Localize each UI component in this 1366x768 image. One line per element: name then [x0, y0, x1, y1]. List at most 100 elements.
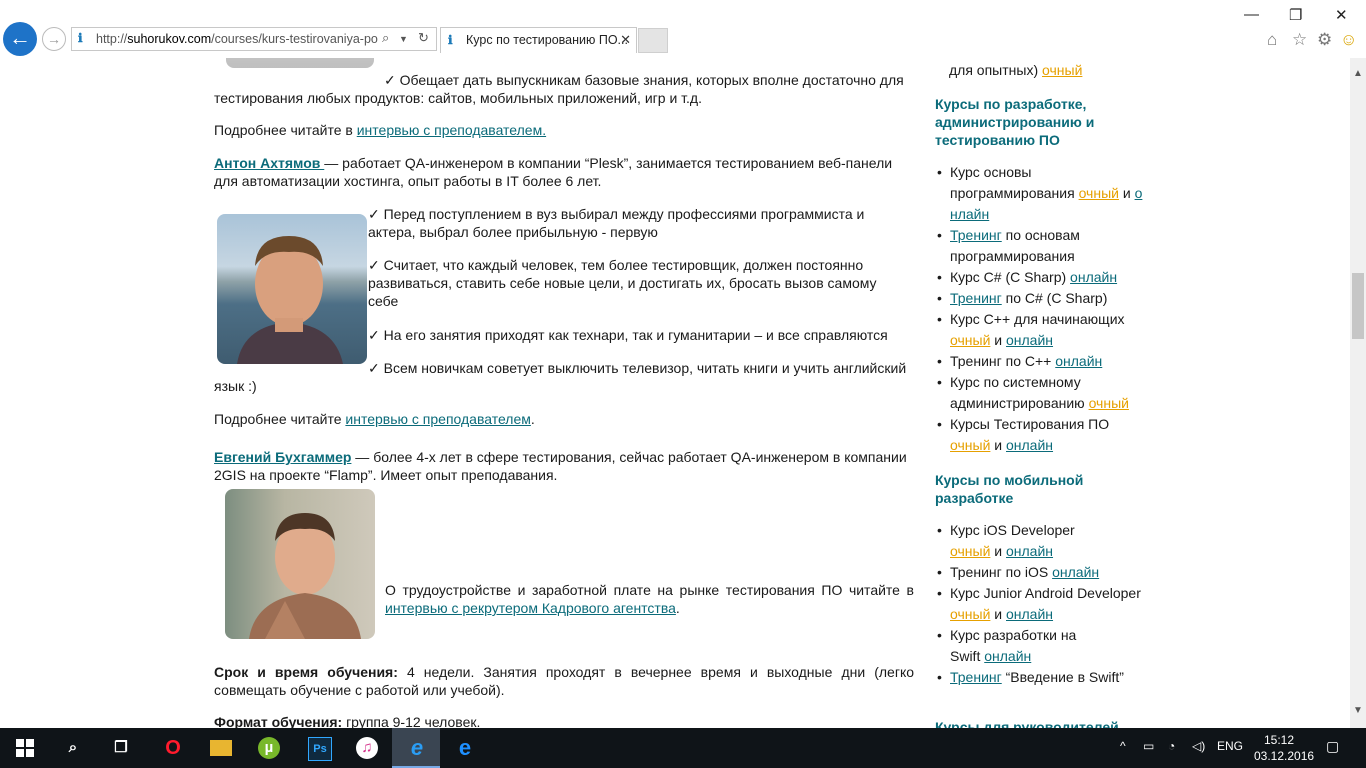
- teacher-photo-top: [226, 58, 374, 68]
- tab-favicon-icon: ℹ: [448, 33, 453, 47]
- sidebar-heading-managers: Курсы для руководителей: [935, 719, 1119, 728]
- list-item: Курс разработки на Swift онлайн: [935, 625, 1090, 667]
- tray-expand-icon[interactable]: ^: [1120, 739, 1126, 753]
- clock-time: 15:12: [1263, 733, 1295, 747]
- interview-link-2[interactable]: интервью с преподавателем: [345, 411, 530, 427]
- arrow-right-icon: →: [47, 31, 61, 47]
- scroll-down-arrow-icon[interactable]: ▼: [1353, 705, 1363, 716]
- smiley-feedback-icon[interactable]: ☺: [1340, 30, 1357, 50]
- back-button[interactable]: ←: [3, 22, 37, 56]
- arrow-left-icon: ←: [9, 25, 31, 50]
- more-info-line-2: Подробнее читайте интервью с преподавате…: [214, 411, 535, 427]
- edge-icon: e: [458, 735, 472, 760]
- restore-icon[interactable]: ❐: [1289, 6, 1302, 24]
- teacher-bullet: ✓ Обещает дать выпускникам базовые знани…: [214, 72, 904, 106]
- list-item: Курс по системному администрированию очн…: [935, 372, 1150, 414]
- taskbar-opera[interactable]: O: [148, 728, 196, 768]
- search-button[interactable]: ⌕: [48, 728, 96, 768]
- folder-icon: [210, 740, 232, 756]
- anton-bullet-3: ✓ На его занятия приходят как технари, т…: [368, 327, 888, 343]
- course-duration: Срок и время обучения: 4 недели. Занятия…: [214, 664, 915, 698]
- volume-icon[interactable]: ◁): [1192, 739, 1205, 753]
- task-view-icon: ❐: [114, 739, 128, 756]
- forward-button[interactable]: →: [42, 27, 66, 51]
- teacher-intro-anton: Антон Ахтямов — работает QA-инженером в …: [214, 155, 893, 189]
- teacher-name-link[interactable]: Антон Ахтямов: [214, 155, 324, 171]
- start-button[interactable]: [0, 728, 48, 768]
- list-item: Курс основы программирования очный и онл…: [935, 162, 1145, 225]
- windows-logo-icon: [16, 739, 34, 757]
- anton-bullet-4: ✓ Всем новичкам советует выключить телев…: [214, 360, 907, 394]
- scroll-up-arrow-icon[interactable]: ▲: [1353, 68, 1363, 79]
- list-item: Тренинг “Введение в Swift”: [935, 667, 1150, 688]
- list-item: Тренинг по основам программирования: [935, 225, 1100, 267]
- close-window-icon[interactable]: ✕: [1335, 6, 1348, 24]
- browser-tab[interactable]: ℹ Курс по тестированию ПО... ✕: [440, 27, 637, 53]
- taskbar-edge[interactable]: e: [440, 728, 488, 768]
- list-item: Курс iOS Developer очный и онлайн: [935, 520, 1100, 562]
- home-icon[interactable]: ⌂: [1267, 30, 1277, 50]
- list-item: Курсы Тестирования ПО очный и онлайн: [935, 414, 1110, 456]
- refresh-icon[interactable]: ↻: [418, 30, 429, 46]
- teacher-intro-evgeny: Евгений Бухгаммер — более 4-х лет в сфер…: [214, 449, 907, 483]
- portrait-illustration: [237, 236, 343, 364]
- portrait-illustration-2: [249, 513, 361, 639]
- page-content: ✓ Обещает дать выпускникам базовые знани…: [0, 58, 1350, 728]
- offline-course-link[interactable]: очный: [1042, 62, 1082, 78]
- taskbar-photoshop[interactable]: Ps: [294, 728, 342, 768]
- itunes-icon: ♫: [356, 737, 378, 759]
- minimize-icon[interactable]: —: [1244, 6, 1259, 23]
- chevron-down-icon[interactable]: ▼: [399, 34, 408, 44]
- new-tab-button[interactable]: [638, 28, 668, 53]
- list-item: Тренинг по C# (C Sharp): [935, 288, 1150, 309]
- sidebar-list-dev: Курс основы программирования очный и онл…: [935, 162, 1150, 456]
- taskbar-explorer[interactable]: [196, 728, 244, 768]
- battery-icon[interactable]: ▭: [1143, 739, 1154, 753]
- teacher-photo-evgeny: [225, 489, 375, 639]
- list-item: Курс Junior Android Developer очный и он…: [935, 583, 1150, 625]
- browser-toolbar: ← → ℹ http://suhorukov.com/courses/kurs-…: [0, 0, 1366, 58]
- clock-date: 03.12.2016: [1254, 749, 1315, 763]
- settings-gear-icon[interactable]: ⚙: [1317, 30, 1332, 50]
- site-favicon-icon: ℹ: [78, 31, 83, 45]
- tab-title: Курс по тестированию ПО...: [466, 33, 628, 47]
- list-item: Тренинг по C++ онлайн: [935, 351, 1150, 372]
- favorites-star-icon[interactable]: ☆: [1292, 30, 1307, 50]
- anton-bullet-2: ✓ Считает, что каждый человек, тем более…: [368, 257, 877, 309]
- photoshop-icon: Ps: [308, 737, 332, 761]
- vertical-scrollbar[interactable]: ▲ ▼: [1350, 58, 1366, 728]
- list-item: Тренинг по iOS онлайн: [935, 562, 1150, 583]
- sidebar-heading-mobile: Курсы по мобильной разработке: [935, 472, 1084, 506]
- sidebar-heading-dev: Курсы по разработке, администрированию и…: [935, 96, 1095, 148]
- sidebar-list-mobile: Курс iOS Developer очный и онлайн Тренин…: [935, 520, 1150, 688]
- search-icon: ⌕: [68, 739, 78, 756]
- language-indicator[interactable]: ENG: [1217, 739, 1243, 753]
- list-item: Курс C++ для начинающих очный и онлайн: [935, 309, 1150, 351]
- task-view-button[interactable]: ❐: [96, 728, 144, 768]
- more-info-line: Подробнее читайте в интервью с преподава…: [214, 122, 547, 138]
- url-text: http://suhorukov.com/courses/kurs-testir…: [96, 32, 378, 46]
- address-bar[interactable]: ℹ http://suhorukov.com/courses/kurs-test…: [71, 27, 437, 51]
- list-item: Курс C# (C Sharp) онлайн: [935, 267, 1150, 288]
- windows-taskbar: ⌕ ❐ O µ Ps ♫ e e ^ ▭ ◔ ◁) ENG 15:12 03.1…: [0, 728, 1366, 768]
- close-tab-icon[interactable]: ✕: [620, 32, 631, 48]
- opera-icon: O: [165, 737, 181, 759]
- internet-explorer-icon: e: [410, 735, 424, 760]
- taskbar-internet-explorer[interactable]: e: [392, 728, 440, 768]
- wifi-icon[interactable]: ◔: [1168, 739, 1175, 753]
- search-icon[interactable]: ⌕: [382, 30, 389, 46]
- recruiter-interview-link[interactable]: интервью с рекрутером Кадрового агентств…: [385, 600, 676, 616]
- sidebar-top-item: для опытных) очный: [949, 62, 1083, 78]
- recruiter-info: О трудоустройстве и заработной плате на …: [385, 582, 914, 616]
- notifications-icon[interactable]: ▢: [1326, 738, 1339, 755]
- course-format: Формат обучения: группа 9-12 человек.: [214, 714, 481, 728]
- taskbar-utorrent[interactable]: µ: [244, 728, 292, 768]
- scrollbar-thumb[interactable]: [1352, 273, 1364, 339]
- teacher-name-link-2[interactable]: Евгений Бухгаммер: [214, 449, 351, 465]
- clock[interactable]: 15:12 03.12.2016: [1254, 732, 1315, 764]
- utorrent-icon: µ: [258, 737, 280, 759]
- anton-bullet-1: ✓ Перед поступлением в вуз выбирал между…: [368, 206, 865, 240]
- taskbar-itunes[interactable]: ♫: [342, 728, 390, 768]
- interview-link[interactable]: интервью с преподавателем.: [357, 122, 546, 138]
- teacher-photo-anton: [217, 214, 367, 364]
